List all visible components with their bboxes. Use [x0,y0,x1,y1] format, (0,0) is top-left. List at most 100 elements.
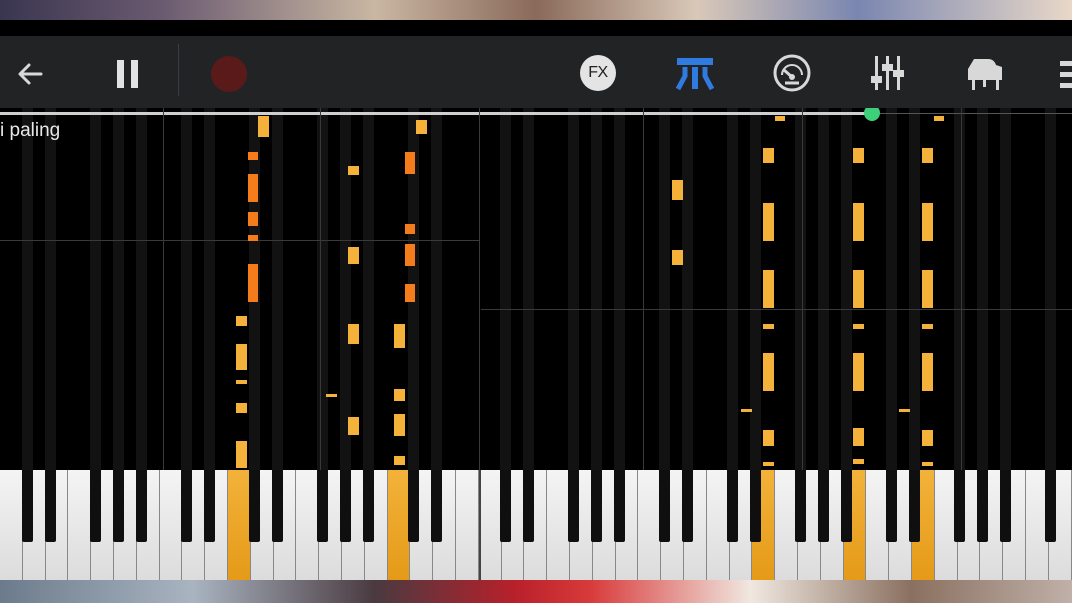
white-key[interactable] [0,470,23,580]
roll-lane [363,108,374,470]
roll-lane [568,108,579,470]
note-left-hand [405,224,415,234]
note-right-hand [763,353,774,391]
note-right-hand [853,270,864,308]
black-key[interactable] [45,470,56,542]
roll-lane [431,108,442,470]
white-key[interactable] [296,470,320,580]
piano-keyboard[interactable] [0,470,1072,580]
note-right-hand [922,324,933,329]
black-key[interactable] [795,470,806,542]
black-key[interactable] [977,470,988,542]
black-key[interactable] [317,470,328,542]
roll-lane [795,108,806,470]
white-key[interactable] [387,470,411,580]
record-icon [211,56,247,92]
black-key[interactable] [500,470,511,542]
roll-lane [45,108,56,470]
black-key[interactable] [727,470,738,542]
menu-icon [1060,61,1072,88]
roll-lane [204,108,215,470]
speed-button[interactable] [770,51,814,95]
black-key[interactable] [659,470,670,542]
note-right-hand [763,430,774,446]
record-button[interactable] [209,54,249,94]
piano-roll-button[interactable] [672,52,718,94]
black-key[interactable] [568,470,579,542]
white-key[interactable] [547,470,570,580]
roll-lane [1045,108,1056,470]
piano-roll-icon [675,58,715,90]
note-left-hand [405,152,415,174]
note-left-hand [405,284,415,302]
speedometer-icon [773,54,811,92]
note-right-hand [394,414,405,436]
black-key[interactable] [841,470,852,542]
note-right-hand [236,403,247,413]
fx-icon: FX [580,55,616,91]
roll-lane [659,108,670,470]
black-key[interactable] [1000,470,1011,542]
note-right-hand [672,180,683,200]
fx-button[interactable]: FX [578,53,618,93]
progress-knob[interactable] [864,108,880,121]
roll-lane [886,108,897,470]
note-right-hand [922,462,933,466]
black-key[interactable] [954,470,965,542]
roll-lane [977,108,988,470]
black-key[interactable] [818,470,829,542]
black-key[interactable] [886,470,897,542]
roll-lane [750,108,761,470]
black-key[interactable] [750,470,761,542]
roll-lane [90,108,101,470]
black-key[interactable] [340,470,351,542]
black-key[interactable] [181,470,192,542]
grid-line-vertical [320,108,321,470]
black-key[interactable] [90,470,101,542]
note-right-hand [348,324,359,344]
white-key[interactable] [228,470,251,580]
roll-lane [909,108,920,470]
white-key[interactable] [159,470,183,580]
black-key[interactable] [22,470,33,542]
pause-button[interactable] [108,54,148,94]
white-key[interactable] [478,470,502,580]
black-key[interactable] [113,470,124,542]
black-key[interactable] [1045,470,1056,542]
piano-roll[interactable]: i paling [0,108,1072,470]
note-right-hand [394,456,405,465]
black-key[interactable] [614,470,625,542]
back-button[interactable] [10,54,50,94]
note-left-hand [248,174,258,202]
roll-lane [500,108,511,470]
black-key[interactable] [431,470,442,542]
black-key[interactable] [682,470,693,542]
black-key[interactable] [523,470,534,542]
note-right-hand [258,116,269,137]
white-key[interactable] [456,470,479,580]
white-key[interactable] [638,470,662,580]
mixer-button[interactable] [866,52,910,94]
black-key[interactable] [136,470,147,542]
white-key[interactable] [68,470,92,580]
black-key[interactable] [591,470,602,542]
note-left-hand [248,212,258,226]
grid-line-vertical [802,108,803,470]
black-key[interactable] [249,470,260,542]
black-key[interactable] [204,470,215,542]
black-key[interactable] [363,470,374,542]
roll-lane [818,108,829,470]
black-key[interactable] [909,470,920,542]
piano-settings-button[interactable] [962,52,1008,94]
note-right-hand [348,417,359,435]
toolbar-divider [178,44,179,96]
grid-line-vertical [961,108,962,470]
note-right-hand [236,441,247,468]
menu-button[interactable] [1056,54,1072,94]
note-right-hand [741,409,752,412]
black-key[interactable] [408,470,419,542]
roll-lane [523,108,534,470]
black-key[interactable] [272,470,283,542]
note-right-hand [236,380,247,384]
note-right-hand [763,324,774,329]
